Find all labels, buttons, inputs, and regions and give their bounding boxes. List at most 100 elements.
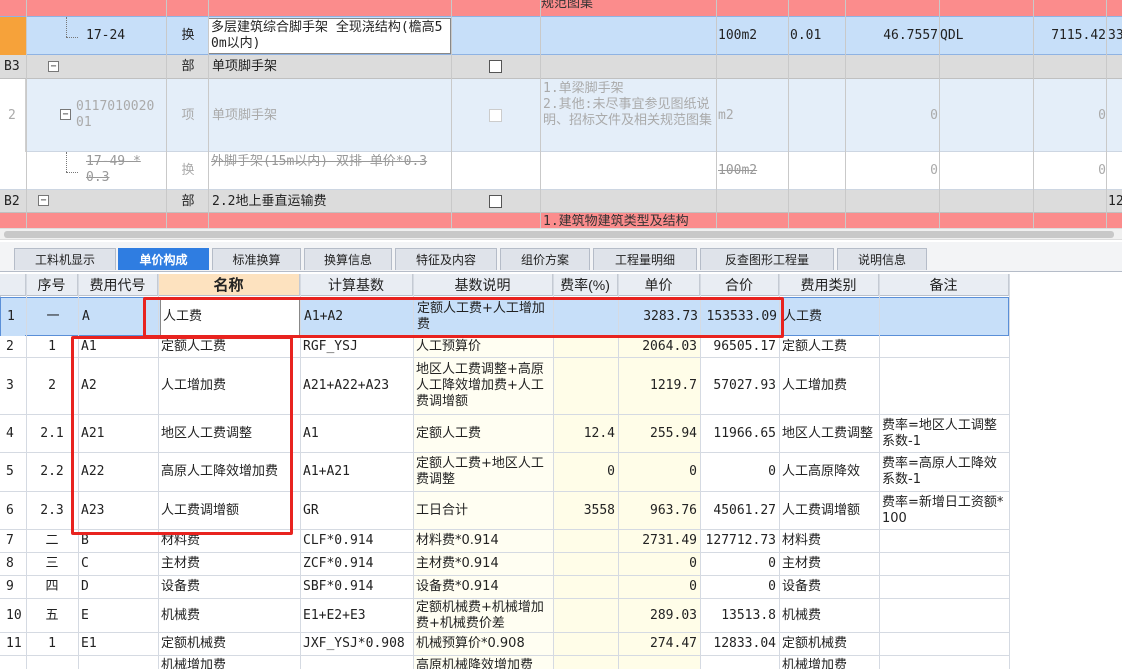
col-sep (166, 0, 167, 228)
cell-seq: 一 (46, 309, 60, 324)
tab-standard-conversion[interactable]: 标准换算 (212, 248, 301, 270)
cell-rem (882, 633, 1006, 655)
row-number: B2 (4, 193, 20, 209)
upper-desc: 1.单梁脚手架 2.其他:未尽事宜参见图纸说明、招标文件及相关规范图集 (543, 81, 713, 128)
cell-rate (556, 530, 615, 552)
tab-pricing-scheme[interactable]: 组价方案 (500, 248, 590, 270)
table-row[interactable]: 6 2.3 A23 人工费调增额 GR 工日合计 3558 963.76 45061.27 人工费… (0, 492, 1009, 530)
cell-n: 9 (0, 576, 24, 598)
cell-desc: 定额人工费 (416, 425, 482, 441)
upper-row-b3[interactable]: B3 − 部 单项脚手架 (0, 55, 1122, 79)
col-sep (716, 0, 717, 228)
cell-rem (882, 599, 1006, 632)
header-category[interactable]: 费用类别 (779, 274, 879, 296)
header-unit-price[interactable]: 单价 (618, 274, 700, 296)
upper-type: 换 (181, 28, 195, 43)
header-rate[interactable]: 费率(%) (553, 274, 618, 296)
header-total[interactable]: 合价 (700, 274, 779, 296)
cell-code: A (82, 309, 90, 324)
cell-rate: 0 (607, 464, 615, 479)
cell-tot: 12833.04 (713, 636, 776, 651)
upper-price-code: QDL (940, 28, 964, 43)
cell-desc: 材料费*0.914 (416, 533, 499, 548)
upper-row-sub[interactable]: 17-49 *0.3 换 外脚手架(15m以内) 双排 单价*0.3 100m2… (0, 152, 1122, 190)
upper-row-0-desc: 规范图集 (541, 0, 594, 11)
tab-quantity-details[interactable]: 工程量明细 (593, 248, 697, 270)
checkbox[interactable] (489, 60, 502, 73)
cell-up (621, 656, 697, 669)
table-row[interactable]: 5 2.2 A22 高原人工降效增加费 A1+A21 定额人工费+地区人工费调整 0 0 0 人工… (0, 453, 1009, 492)
upper-row-item[interactable]: 2 − 011701002001 项 单项脚手架 1.单梁脚手架 2.其他:未尽… (0, 79, 1122, 152)
cell-tot: 11966.65 (713, 425, 776, 441)
upper-name-editor[interactable]: 多层建筑综合脚手架 全现浇结构(檐高50m以内) (208, 18, 451, 54)
header-name[interactable]: 名称 (158, 274, 300, 296)
tree-line (66, 152, 67, 172)
cell-n: 7 (0, 530, 24, 552)
col-sep (845, 0, 846, 228)
col-sep (540, 0, 541, 228)
header-code[interactable]: 费用代号 (78, 274, 158, 296)
header-seq[interactable]: 序号 (26, 274, 78, 296)
tab-unit-price-composition[interactable]: 单价构成 (118, 248, 209, 270)
table-row[interactable]: 7 二 B 材料费 CLF*0.914 材料费*0.914 2731.49 127712.73… (0, 530, 1009, 553)
cell-code: A23 (81, 502, 105, 518)
tab-conversion-info[interactable]: 换算信息 (304, 248, 392, 270)
cell-rate (556, 633, 615, 655)
collapse-icon[interactable]: − (38, 195, 49, 206)
col-sep (1033, 0, 1034, 228)
cell-up: 963.76 (650, 502, 697, 518)
cell-tot: 13513.8 (721, 607, 776, 623)
collapse-icon[interactable]: − (60, 109, 71, 120)
table-row[interactable]: 机械增加费 高原机械降效增加费 机械增加费 (0, 656, 1009, 669)
header-remark[interactable]: 备注 (879, 274, 1009, 296)
cell-desc: 主材费*0.914 (416, 556, 499, 571)
upper-row-0[interactable]: 规范图集 (0, 0, 1122, 16)
tab-features[interactable]: 特征及内容 (395, 248, 497, 270)
upper-row-6[interactable]: 1.建筑物建筑类型及结构 (0, 213, 1122, 228)
cell-rem: 费率=高原人工降效系数-1 (882, 456, 997, 487)
table-row[interactable]: 8 三 C 主材费 ZCF*0.914 主材费*0.914 0 0 主材费 (0, 553, 1009, 576)
cell-desc: 工日合计 (416, 502, 469, 518)
horizontal-scrollbar[interactable] (0, 228, 1122, 240)
scrollbar-thumb[interactable] (4, 231, 1114, 238)
upper-row-selected[interactable]: 17-24 换 多层建筑综合脚手架 全现浇结构(檐高50m以内) 100m2 0… (0, 16, 1122, 55)
tab-description[interactable]: 说明信息 (837, 248, 927, 270)
table-row[interactable]: 11 1 E1 定额机械费 JXF_YSJ*0.908 机械预算价*0.908 274.47… (0, 633, 1009, 656)
cell-up: 2731.49 (642, 533, 697, 548)
header-base-desc[interactable]: 基数说明 (413, 274, 553, 296)
cell-seq: 2.1 (40, 425, 64, 441)
col-line (1009, 274, 1010, 669)
cell-cat: 人工增加费 (782, 378, 848, 393)
cell-n: 1 (1, 298, 25, 336)
cell-up: 3283.73 (643, 309, 698, 324)
cell-name: 定额人工费 (161, 338, 227, 354)
cell-n: 4 (0, 415, 24, 452)
tab-labor-material[interactable]: 工料机显示 (14, 248, 116, 270)
cell-up: 1219.7 (650, 378, 697, 393)
cell-tot: 96505.17 (713, 338, 776, 354)
cell-name[interactable]: 人工费 (160, 298, 300, 336)
cell-name: 地区人工费调整 (161, 425, 253, 441)
cell-tot: 0 (768, 579, 776, 594)
table-row[interactable]: 3 2 A2 人工增加费 A21+A22+A23 地区人工费调整+高原人工降效增加费+人工… (0, 358, 1009, 415)
cell-base: A1+A2 (304, 309, 344, 324)
cell-rem: 费率=地区人工调整系数-1 (882, 417, 997, 449)
cell-rem (882, 576, 1006, 598)
cell-rate (557, 298, 616, 336)
cell-rate (556, 599, 615, 632)
collapse-icon[interactable]: − (48, 61, 59, 72)
table-row[interactable]: 9 四 D 设备费 SBF*0.914 设备费*0.914 0 0 设备费 (0, 576, 1009, 599)
checkbox[interactable] (489, 195, 502, 208)
table-row[interactable]: 1 一 A 人工费 A1+A2 定额人工费+人工增加费 3283.73 153533.09 人工… (0, 297, 1009, 336)
header-base[interactable]: 计算基数 (300, 274, 413, 296)
table-row[interactable]: 10 五 E 机械费 E1+E2+E3 定额机械费+机械增加费+机械费价差 289.03 13… (0, 599, 1009, 633)
col-line (300, 274, 301, 669)
tab-reverse-lookup[interactable]: 反查图形工程量 (700, 248, 834, 270)
col-line (879, 274, 880, 669)
table-row[interactable]: 2 1 A1 定额人工费 RGF_YSJ 人工预算价 2064.03 96505.17 定额人工… (0, 336, 1009, 358)
upper-row-b2[interactable]: B2 − 部 2.2地上垂直运输费 12 (0, 190, 1122, 213)
checkbox[interactable] (489, 109, 502, 122)
cell-n: 8 (0, 553, 24, 575)
cell-tot (703, 656, 776, 669)
table-row[interactable]: 4 2.1 A21 地区人工费调整 A1 定额人工费 12.4 255.94 11966.65 地… (0, 415, 1009, 453)
